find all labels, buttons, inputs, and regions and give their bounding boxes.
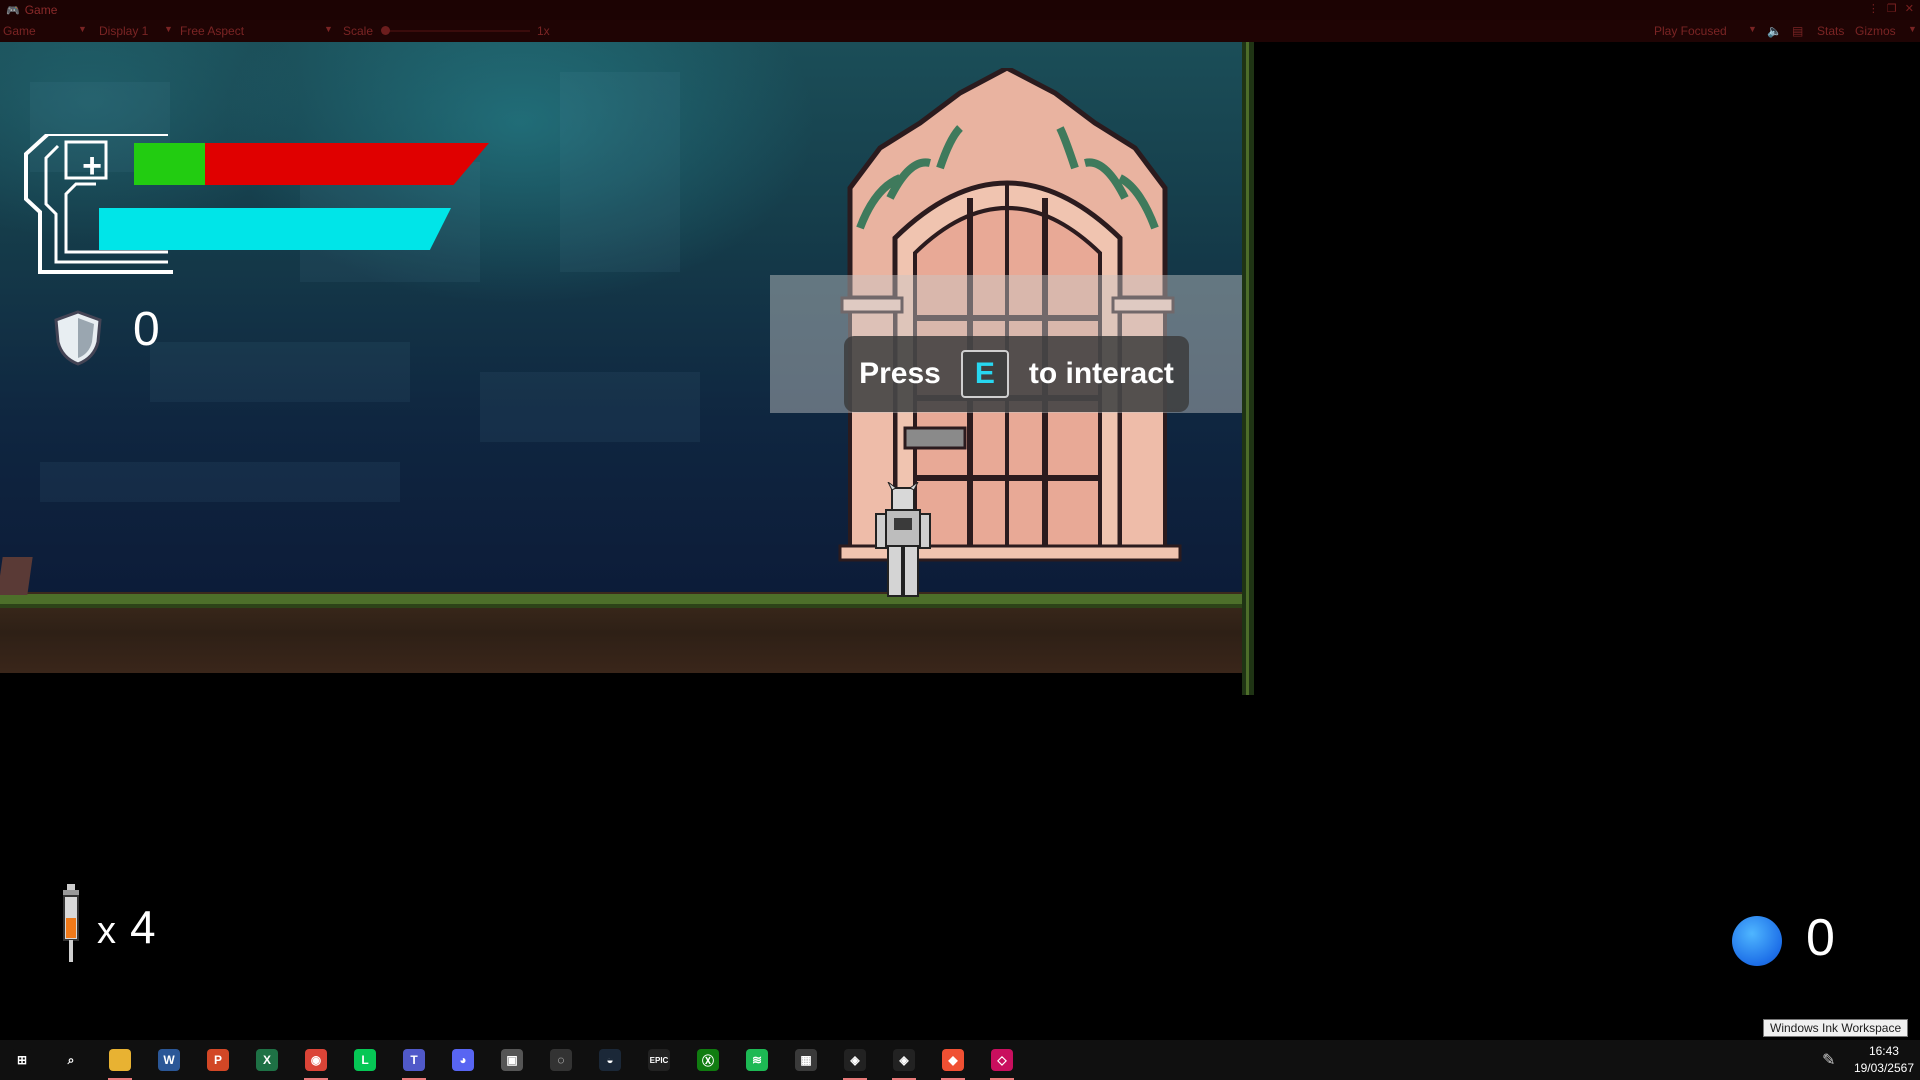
editor-tab-bar: 🎮 Game ⋮ ❐ ✕ [0, 0, 1920, 20]
epic-games-icon-glyph: EPIC [648, 1049, 670, 1071]
background-rock [150, 342, 410, 402]
clock-time: 16:43 [1868, 1044, 1899, 1058]
discord-icon-glyph: ◕ [452, 1049, 474, 1071]
line-icon-glyph: L [354, 1049, 376, 1071]
maximize-icon[interactable]: ❐ [1887, 2, 1897, 15]
player-character [868, 481, 938, 600]
syringe-multiplier: x [97, 910, 116, 952]
background-rock [480, 372, 700, 442]
gizmos-button[interactable]: Gizmos [1855, 24, 1896, 38]
chevron-down-icon: ▼ [164, 24, 173, 34]
rider-icon[interactable]: ◇ [982, 1040, 1022, 1080]
calculator-icon[interactable]: ▦ [786, 1040, 826, 1080]
file-explorer-icon[interactable] [100, 1040, 140, 1080]
line-icon[interactable]: L [345, 1040, 385, 1080]
game-tab-label: Game [24, 3, 58, 17]
gamepad-icon: 🎮 [6, 4, 20, 17]
syringe-count: x 4 [97, 900, 156, 954]
pen-workspace-icon[interactable]: ✎ [1822, 1050, 1835, 1069]
keyboard-shortcuts-icon[interactable]: ▤ [1792, 24, 1803, 38]
scale-slider-track[interactable] [385, 30, 530, 32]
shield-icon [54, 310, 102, 366]
excel-icon-glyph: X [256, 1049, 278, 1071]
background-rock [40, 462, 400, 502]
chevron-down-icon: ▼ [1748, 24, 1757, 34]
spotify-icon-glyph: ≋ [746, 1049, 768, 1071]
spotify-icon[interactable]: ≋ [737, 1040, 777, 1080]
display-dropdown[interactable]: Display 1 [99, 24, 148, 38]
teams-icon-glyph: T [403, 1049, 425, 1071]
window-controls: ⋮ ❐ ✕ [1868, 2, 1914, 15]
syringe-count-value: 4 [130, 901, 156, 953]
photos-icon-glyph: ▣ [501, 1049, 523, 1071]
teams-icon[interactable]: T [394, 1040, 434, 1080]
scale-label: Scale [343, 24, 374, 38]
word-icon[interactable]: W [149, 1040, 189, 1080]
prompt-text-before: Press [859, 357, 941, 390]
git-icon-glyph: ◆ [942, 1049, 964, 1071]
system-clock[interactable]: 16:43 19/03/2567 [1854, 1043, 1914, 1077]
steam-icon[interactable]: ◒ [590, 1040, 630, 1080]
start-icon[interactable]: ⊞ [2, 1040, 42, 1080]
health-bar [134, 143, 489, 185]
mute-audio-icon[interactable]: 🔈 [1767, 24, 1782, 38]
chrome-icon-glyph: ◉ [305, 1049, 327, 1071]
xbox-icon[interactable]: Ⓧ [688, 1040, 728, 1080]
discord-icon[interactable]: ◕ [443, 1040, 483, 1080]
start-icon-glyph: ⊞ [11, 1049, 33, 1071]
aspect-dropdown[interactable]: Free Aspect [180, 24, 244, 38]
unity-icon-glyph: ◈ [893, 1049, 915, 1071]
rider-icon-glyph: ◇ [991, 1049, 1013, 1071]
ruined-pillar [0, 557, 33, 595]
game-view-toolbar: Game ▼ Display 1 ▼ Free Aspect ▼ Scale 1… [0, 20, 1920, 42]
search-icon[interactable]: ⌕ [51, 1040, 91, 1080]
background-rock [560, 72, 680, 272]
powerpoint-icon[interactable]: P [198, 1040, 238, 1080]
more-options-icon[interactable]: ⋮ [1868, 2, 1879, 15]
clock-date: 19/03/2567 [1853, 1061, 1914, 1075]
obs-icon[interactable]: ◌ [541, 1040, 581, 1080]
unity-icon[interactable]: ◈ [884, 1040, 924, 1080]
health-plus-icon: + [82, 147, 102, 185]
git-icon[interactable]: ◆ [933, 1040, 973, 1080]
vine-wall [1242, 42, 1254, 695]
windows-ink-tooltip: Windows Ink Workspace [1763, 1019, 1909, 1037]
stats-button[interactable]: Stats [1817, 24, 1844, 38]
key-e-badge: E [960, 350, 1009, 398]
scale-slider-handle[interactable] [381, 26, 390, 35]
powerpoint-icon-glyph: P [207, 1049, 229, 1071]
calculator-icon-glyph: ▦ [795, 1049, 817, 1071]
epic-games-icon[interactable]: EPIC [639, 1040, 679, 1080]
close-icon[interactable]: ✕ [1905, 2, 1914, 15]
photos-icon[interactable]: ▣ [492, 1040, 532, 1080]
chevron-down-icon: ▼ [324, 24, 333, 34]
energy-bar [99, 208, 451, 250]
search-icon-glyph: ⌕ [60, 1049, 82, 1071]
steam-icon-glyph: ◒ [599, 1049, 621, 1071]
unity-hub-icon-glyph: ◈ [844, 1049, 866, 1071]
prompt-text-after: to interact [1028, 357, 1174, 390]
view-mode-dropdown[interactable]: Game [3, 24, 36, 38]
orb-icon [1732, 916, 1782, 966]
scale-value: 1x [537, 24, 550, 38]
shield-count: 0 [133, 303, 160, 356]
chevron-down-icon: ▼ [78, 24, 87, 34]
chevron-down-icon: ▼ [1908, 24, 1917, 34]
obs-icon-glyph: ◌ [550, 1049, 572, 1071]
xbox-icon-glyph: Ⓧ [697, 1049, 719, 1071]
syringe-icon [63, 884, 79, 962]
grass-edge [0, 594, 1242, 608]
chrome-icon[interactable]: ◉ [296, 1040, 336, 1080]
taskbar: ⊞ ⌕ W P X ◉ L T ◕ ▣ ◌ ◒ EPIC Ⓧ ≋ ▦ ◈ ◈ ◆ ◇ ✎ 16:43 19/03/25… [0, 1040, 1920, 1080]
word-icon-glyph: W [158, 1049, 180, 1071]
excel-icon[interactable]: X [247, 1040, 287, 1080]
health-bar-fill [134, 143, 205, 185]
game-tab[interactable]: 🎮 Game [0, 0, 65, 20]
interact-prompt: Press E to interact [844, 336, 1189, 412]
orb-count: 0 [1806, 909, 1835, 967]
unity-hub-icon[interactable]: ◈ [835, 1040, 875, 1080]
file-explorer-icon-glyph [109, 1049, 131, 1071]
play-mode-dropdown[interactable]: Play Focused [1654, 24, 1727, 38]
